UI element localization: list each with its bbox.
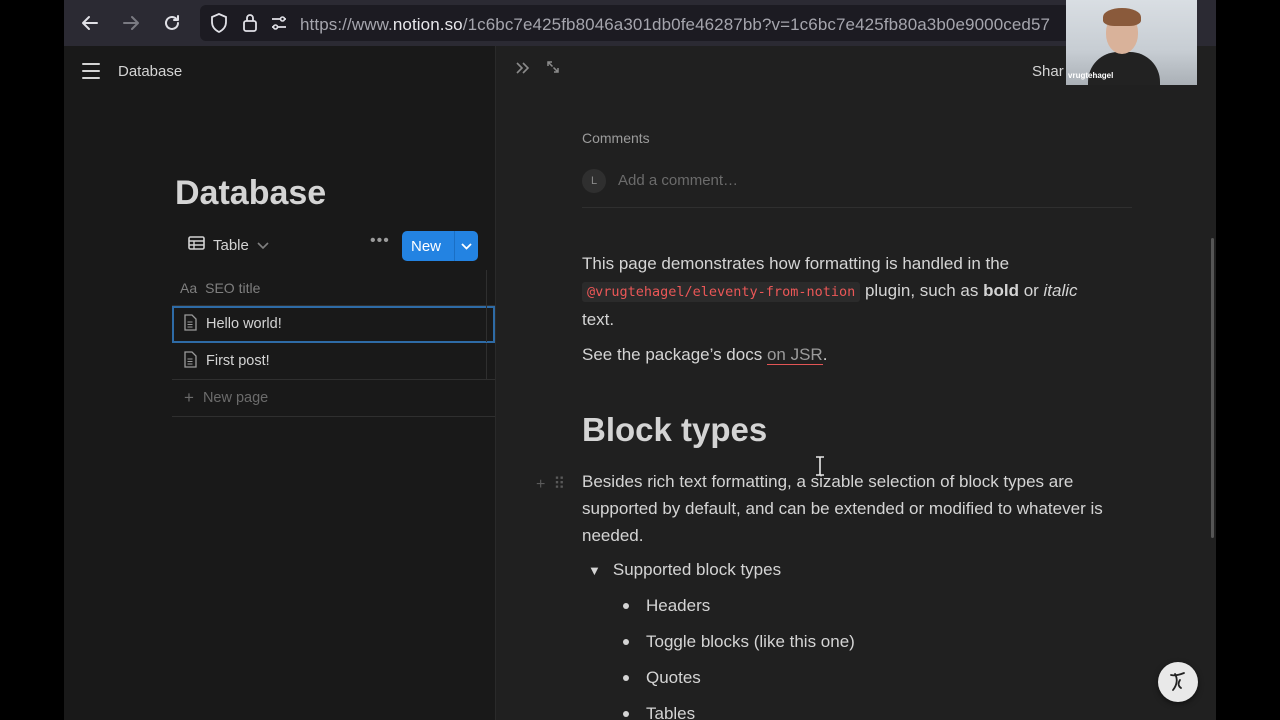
inline-code: @vrugtehagel/eleventy-from-notion — [582, 282, 861, 302]
menu-icon[interactable] — [82, 63, 100, 79]
view-label: Table — [213, 236, 249, 254]
list-item-text: Tables — [646, 704, 696, 720]
column-header-label: SEO title — [205, 279, 261, 296]
text-run: . — [822, 345, 828, 364]
database-panel: Database Database Table ••• New Aa SEO t… — [64, 46, 495, 720]
webcam-name-label: vrugtehagel — [1068, 71, 1114, 80]
url-path: /1c6bc7e425fb8046a301db0fe46287bb?v=1c6b… — [462, 15, 1051, 34]
url-prefix: https://www. — [300, 15, 393, 34]
webcam-body — [1088, 52, 1160, 85]
browser-toolbar: https://www.notion.so/1c6bc7e425fb8046a3… — [64, 0, 1216, 46]
forward-icon[interactable] — [117, 9, 145, 37]
text-run: See the package’s docs — [582, 345, 767, 364]
paragraph-intro[interactable]: This page demonstrates how formatting is… — [582, 250, 1142, 333]
page-content: Comments L Add a comment… This page demo… — [536, 130, 1132, 720]
chevron-down-icon — [257, 237, 269, 254]
list-item[interactable]: Quotes — [623, 668, 701, 688]
url-bar[interactable]: https://www.notion.so/1c6bc7e425fb8046a3… — [200, 5, 1070, 41]
block-handles: + ⠿ — [536, 471, 565, 498]
list-item[interactable]: Tables — [623, 704, 695, 720]
new-options-chevron-icon[interactable] — [455, 242, 478, 250]
table-row[interactable]: Hello world! — [172, 306, 495, 343]
top-nav: Database — [64, 46, 495, 98]
add-comment-field[interactable]: L Add a comment… — [582, 154, 1132, 208]
scrollbar[interactable] — [1211, 238, 1214, 538]
more-icon[interactable]: ••• — [370, 232, 390, 250]
text-run: Besides rich text formatting, a sizable … — [582, 472, 1103, 545]
page-icon — [183, 313, 197, 335]
text-run: This page demonstrates how formatting is… — [582, 254, 1010, 273]
permissions-icon[interactable] — [270, 14, 288, 37]
column-divider — [486, 343, 487, 379]
bold-text: bold — [983, 281, 1019, 300]
list-item[interactable]: Toggle blocks (like this one) — [623, 632, 855, 652]
bullet-icon — [623, 711, 629, 717]
new-button-label: New — [411, 237, 442, 255]
url-text[interactable]: https://www.notion.so/1c6bc7e425fb8046a3… — [300, 15, 1050, 35]
avatar: L — [582, 168, 606, 193]
column-header-seo-title[interactable]: Aa SEO title — [172, 270, 495, 306]
bullet-icon — [623, 675, 629, 681]
table-row[interactable]: First post! — [172, 343, 495, 380]
screen: https://www.notion.so/1c6bc7e425fb8046a3… — [64, 0, 1216, 720]
drag-handle-icon[interactable]: ⠿ — [553, 471, 565, 498]
list-item-text: Headers — [646, 596, 711, 615]
database-table: Aa SEO title Hello world! First post! + — [172, 270, 495, 417]
paragraph-docs[interactable]: See the package’s docs on JSR. — [582, 341, 1142, 368]
comment-placeholder: Add a comment… — [618, 172, 739, 189]
page-title[interactable]: Database — [175, 174, 326, 213]
comments-label: Comments — [582, 130, 650, 146]
row-title: Hello world! — [206, 316, 282, 332]
bullet-icon — [623, 639, 629, 645]
lock-icon[interactable] — [242, 13, 258, 38]
row-title: First post! — [206, 353, 270, 369]
webcam-hair — [1103, 8, 1141, 26]
shield-icon[interactable] — [210, 13, 228, 38]
table-icon — [188, 236, 205, 254]
text-run: or — [1018, 281, 1044, 300]
column-divider — [486, 270, 487, 305]
text-property-icon: Aa — [180, 279, 198, 296]
reload-icon[interactable] — [158, 9, 186, 37]
text-run: text. — [582, 310, 615, 329]
new-page-label: New page — [202, 390, 269, 406]
list-item-text: Quotes — [646, 668, 701, 687]
jsr-link[interactable]: on JSR — [766, 345, 823, 365]
column-divider — [486, 306, 487, 342]
help-icon[interactable] — [1158, 662, 1198, 702]
paragraph-block-types[interactable]: + ⠿ Besides rich text formatting, a siza… — [536, 468, 1132, 549]
toggle-triangle-icon[interactable]: ▼ — [588, 563, 601, 578]
share-button[interactable]: Shar — [1032, 63, 1064, 80]
page-icon — [183, 350, 197, 372]
collapse-peek-icon[interactable] — [515, 60, 531, 81]
expand-icon[interactable] — [546, 60, 560, 79]
plus-icon: + — [184, 388, 194, 407]
view-tab-table[interactable]: Table — [188, 236, 269, 254]
text-cursor-icon — [815, 456, 825, 481]
toggle-label: Supported block types — [612, 560, 782, 579]
breadcrumb[interactable]: Database — [118, 63, 182, 80]
new-button[interactable]: New — [402, 231, 478, 261]
list-item[interactable]: Headers — [623, 596, 710, 616]
back-icon[interactable] — [76, 9, 104, 37]
text-run: plugin, such as — [860, 281, 984, 300]
italic-text: italic — [1043, 281, 1078, 300]
new-page-row[interactable]: + New page — [172, 380, 495, 417]
page-peek-panel: Shar Comments L Add a comment… This page… — [495, 46, 1216, 720]
webcam-overlay: vrugtehagel — [1066, 0, 1197, 85]
toggle-supported-block-types[interactable]: ▼ Supported block types — [588, 560, 781, 580]
url-domain: notion.so — [392, 15, 463, 34]
list-item-text: Toggle blocks (like this one) — [646, 632, 855, 651]
add-block-icon[interactable]: + — [536, 471, 545, 498]
bullet-icon — [623, 603, 629, 609]
heading-block-types[interactable]: Block types — [582, 411, 767, 449]
